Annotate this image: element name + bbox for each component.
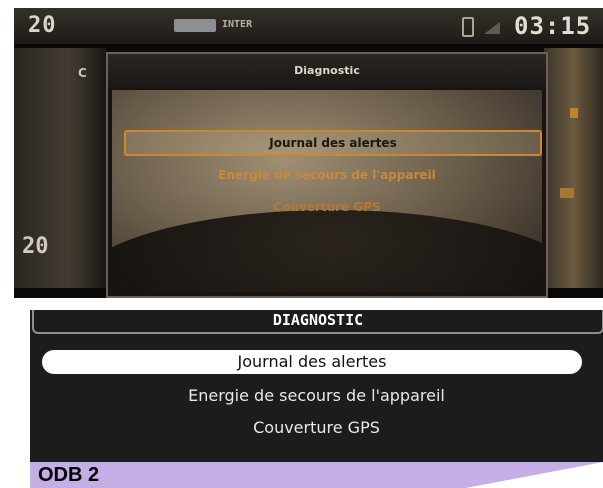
- signal-icon: [484, 22, 500, 34]
- diagnostic-dialog: Diagnostic Journal des alertes Energie d…: [106, 52, 548, 298]
- caption-band: ODB 2: [30, 462, 603, 488]
- display-screen: 20 INTER 03:15 C 20 Diagnostic Journal d…: [14, 8, 603, 298]
- dialog-body: Journal des alertes Energie de secours d…: [112, 90, 542, 292]
- indicator-light: [570, 108, 578, 118]
- temperature-readout: 20: [28, 13, 57, 38]
- dialog-title: Diagnostic: [108, 54, 546, 88]
- dialog-item-alert-log[interactable]: Journal des alertes: [124, 130, 542, 156]
- caption-label: ODB 2: [38, 464, 100, 486]
- menu-item-backup-power[interactable]: Energie de secours de l'appareil: [30, 386, 603, 405]
- phone-icon: [462, 17, 474, 37]
- dialog-item-gps-coverage[interactable]: Couverture GPS: [112, 200, 542, 214]
- right-side-panel: [544, 48, 603, 288]
- background-swoosh: [112, 210, 542, 292]
- diagnostic-menu: DIAGNOSTIC Journal des alertes Energie d…: [30, 310, 603, 462]
- left-value: 20: [22, 234, 49, 259]
- indicator-light: [560, 188, 574, 198]
- radio-chip-icon: [174, 19, 216, 32]
- left-side-panel: C 20: [14, 48, 106, 288]
- menu-item-gps-coverage[interactable]: Couverture GPS: [30, 418, 603, 437]
- status-bar: 20 INTER 03:15: [14, 8, 603, 44]
- dialog-item-backup-power[interactable]: Energie de secours de l'appareil: [112, 168, 542, 182]
- menu-title: DIAGNOSTIC: [32, 310, 603, 334]
- menu-item-alert-log[interactable]: Journal des alertes: [42, 350, 582, 374]
- clock: 03:15: [514, 12, 592, 40]
- source-label: INTER: [222, 19, 253, 30]
- left-unit-label: C: [78, 66, 87, 80]
